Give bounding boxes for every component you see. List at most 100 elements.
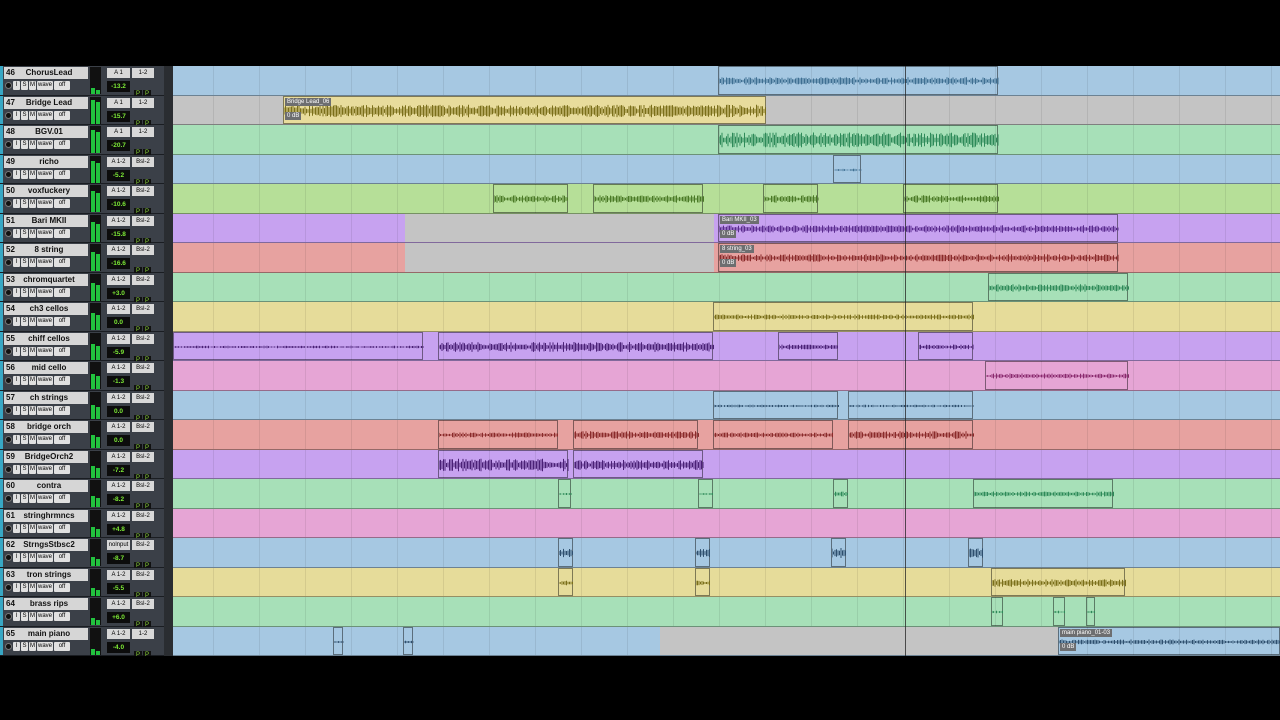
audio-clip[interactable] xyxy=(833,154,862,183)
track-lane[interactable] xyxy=(173,597,1280,627)
mute-button[interactable]: M xyxy=(29,405,36,415)
pan-readout[interactable]: PP xyxy=(134,289,152,306)
mute-button[interactable]: M xyxy=(29,228,36,238)
automation-mode-selector[interactable]: off xyxy=(54,199,70,208)
track-name[interactable]: 48 BGV.01 xyxy=(4,126,88,138)
clip-gain[interactable]: 0 dB xyxy=(720,259,737,267)
record-arm-button[interactable] xyxy=(5,642,12,650)
audio-clip[interactable] xyxy=(831,538,846,567)
audio-clip[interactable] xyxy=(558,538,573,567)
mute-button[interactable]: M xyxy=(29,553,36,562)
track-header[interactable]: 56 mid cello I S Mwave off A 1-2 Bsl-2 -1.3 P P xyxy=(0,361,164,394)
automation-mode-selector[interactable]: off xyxy=(54,81,70,90)
track-lane[interactable] xyxy=(173,390,1280,420)
track-lane[interactable] xyxy=(173,125,1280,155)
track-view-selector[interactable]: wave xyxy=(37,582,53,592)
output-selector[interactable]: 1-2 xyxy=(132,97,154,108)
output-selector[interactable]: Bsl-2 xyxy=(132,599,154,609)
solo-button[interactable]: S xyxy=(21,287,28,297)
clip-name[interactable]: main piano_01-03 xyxy=(1060,628,1113,637)
volume-readout[interactable]: 0.0 xyxy=(107,435,130,446)
track-name[interactable]: 51 Bari MKII xyxy=(4,214,88,227)
audio-clip[interactable] xyxy=(438,449,569,478)
track-view-selector[interactable]: wave xyxy=(37,464,53,474)
clip-name[interactable]: 8 string_03 xyxy=(720,245,754,253)
audio-clip[interactable] xyxy=(718,66,999,95)
input-monitor-button[interactable]: I xyxy=(13,582,20,592)
track-header[interactable]: 64 brass rips I S Mwave off A 1-2 Bsl-2 +6.0 P P xyxy=(0,597,164,630)
clip-name[interactable]: Bari MKII_03 xyxy=(720,215,759,224)
input-monitor-button[interactable]: I xyxy=(13,317,20,326)
solo-button[interactable]: S xyxy=(21,553,28,562)
input-monitor-button[interactable]: I xyxy=(13,376,20,385)
track-header[interactable]: 61 stringhrmncs I S Mwave off A 1-2 Bsl-2 +4.8 P P xyxy=(0,508,164,542)
volume-readout[interactable]: -15.8 xyxy=(107,228,130,240)
track-view-selector[interactable]: wave xyxy=(37,228,53,238)
record-arm-button[interactable] xyxy=(5,200,12,207)
track-lane[interactable] xyxy=(173,508,1280,538)
record-arm-button[interactable] xyxy=(5,524,12,532)
track-name[interactable]: 56 mid cello xyxy=(4,362,88,374)
mute-button[interactable]: M xyxy=(29,199,36,208)
solo-button[interactable]: S xyxy=(21,405,28,415)
track-name[interactable]: 62 StrngsStbsc2 xyxy=(4,539,88,551)
input-monitor-button[interactable]: I xyxy=(13,553,20,562)
audio-clip[interactable] xyxy=(698,479,713,508)
pan-readout[interactable]: PP xyxy=(134,466,152,483)
clip-gain[interactable]: 0 dB xyxy=(720,229,737,238)
track-lane[interactable] xyxy=(173,479,1280,509)
track-header[interactable]: 52 8 string I S Mwave off A 1-2 Bsl-2 -16.6 P P xyxy=(0,243,164,276)
automation-mode-selector[interactable]: off xyxy=(54,110,70,120)
track-header[interactable]: 58 bridge orch I S Mwave off A 1-2 Bsl-2 0.0 P P xyxy=(0,420,164,453)
pan-readout[interactable]: PP xyxy=(134,82,152,99)
track-view-selector[interactable]: wave xyxy=(37,612,53,621)
record-arm-button[interactable] xyxy=(5,583,12,591)
volume-readout[interactable]: -8.7 xyxy=(107,553,130,564)
input-selector[interactable]: A 1-2 xyxy=(107,628,130,639)
volume-readout[interactable]: -5.2 xyxy=(107,169,130,181)
solo-button[interactable]: S xyxy=(21,494,28,503)
input-selector[interactable]: A 1-2 xyxy=(107,451,130,462)
pan-readout[interactable]: PP xyxy=(134,584,152,601)
input-monitor-button[interactable]: I xyxy=(13,435,20,444)
track-header[interactable]: 49 richo I S Mwave off A 1-2 Bsl-2 -5.2 P P xyxy=(0,154,164,188)
pan-readout[interactable]: PP xyxy=(134,436,152,453)
pan-left[interactable]: P xyxy=(134,650,142,656)
volume-readout[interactable]: 0.0 xyxy=(107,405,130,417)
audio-clip[interactable]: Bridge Lead_06 0 dB xyxy=(283,95,766,124)
audio-clip[interactable] xyxy=(991,597,1003,626)
audio-clip[interactable] xyxy=(848,390,974,419)
volume-readout[interactable]: -20.7 xyxy=(107,140,130,151)
track-view-selector[interactable]: wave xyxy=(37,494,53,503)
output-selector[interactable]: 1-2 xyxy=(132,127,154,137)
track-lane[interactable]: Bridge Lead_06 0 dB xyxy=(173,95,1280,125)
solo-button[interactable]: S xyxy=(21,169,28,179)
track-name[interactable]: 50 voxfuckery xyxy=(4,185,88,197)
input-monitor-button[interactable]: I xyxy=(13,346,20,356)
record-arm-button[interactable] xyxy=(5,436,12,443)
record-arm-button[interactable] xyxy=(5,465,12,473)
automation-mode-selector[interactable]: off xyxy=(54,405,70,415)
track-name[interactable]: 53 chromquartet xyxy=(4,273,88,286)
input-monitor-button[interactable]: I xyxy=(13,81,20,90)
track-lane[interactable] xyxy=(173,302,1280,332)
track-view-selector[interactable]: wave xyxy=(37,523,53,533)
audio-clip[interactable] xyxy=(848,420,974,449)
track-name[interactable]: 54 ch3 cellos xyxy=(4,303,88,315)
input-selector[interactable]: A 1-2 xyxy=(107,363,130,373)
input-monitor-button[interactable]: I xyxy=(13,169,20,179)
track-view-selector[interactable]: wave xyxy=(37,317,53,326)
output-selector[interactable]: Bsl-2 xyxy=(132,540,154,550)
solo-button[interactable]: S xyxy=(21,376,28,385)
input-selector[interactable]: A 1-2 xyxy=(107,333,130,344)
track-view-selector[interactable]: wave xyxy=(37,405,53,415)
track-lane[interactable] xyxy=(173,331,1280,361)
input-selector[interactable]: A 1 xyxy=(107,68,130,78)
input-selector[interactable]: nolnput xyxy=(107,540,130,550)
track-lane[interactable]: 8 string_03 0 dB xyxy=(173,243,1280,273)
input-selector[interactable]: A 1-2 xyxy=(107,156,130,167)
record-arm-button[interactable] xyxy=(5,141,12,148)
track-name[interactable]: 60 contra xyxy=(4,480,88,492)
audio-clip[interactable] xyxy=(1053,597,1065,626)
audio-clip[interactable] xyxy=(985,361,1129,390)
